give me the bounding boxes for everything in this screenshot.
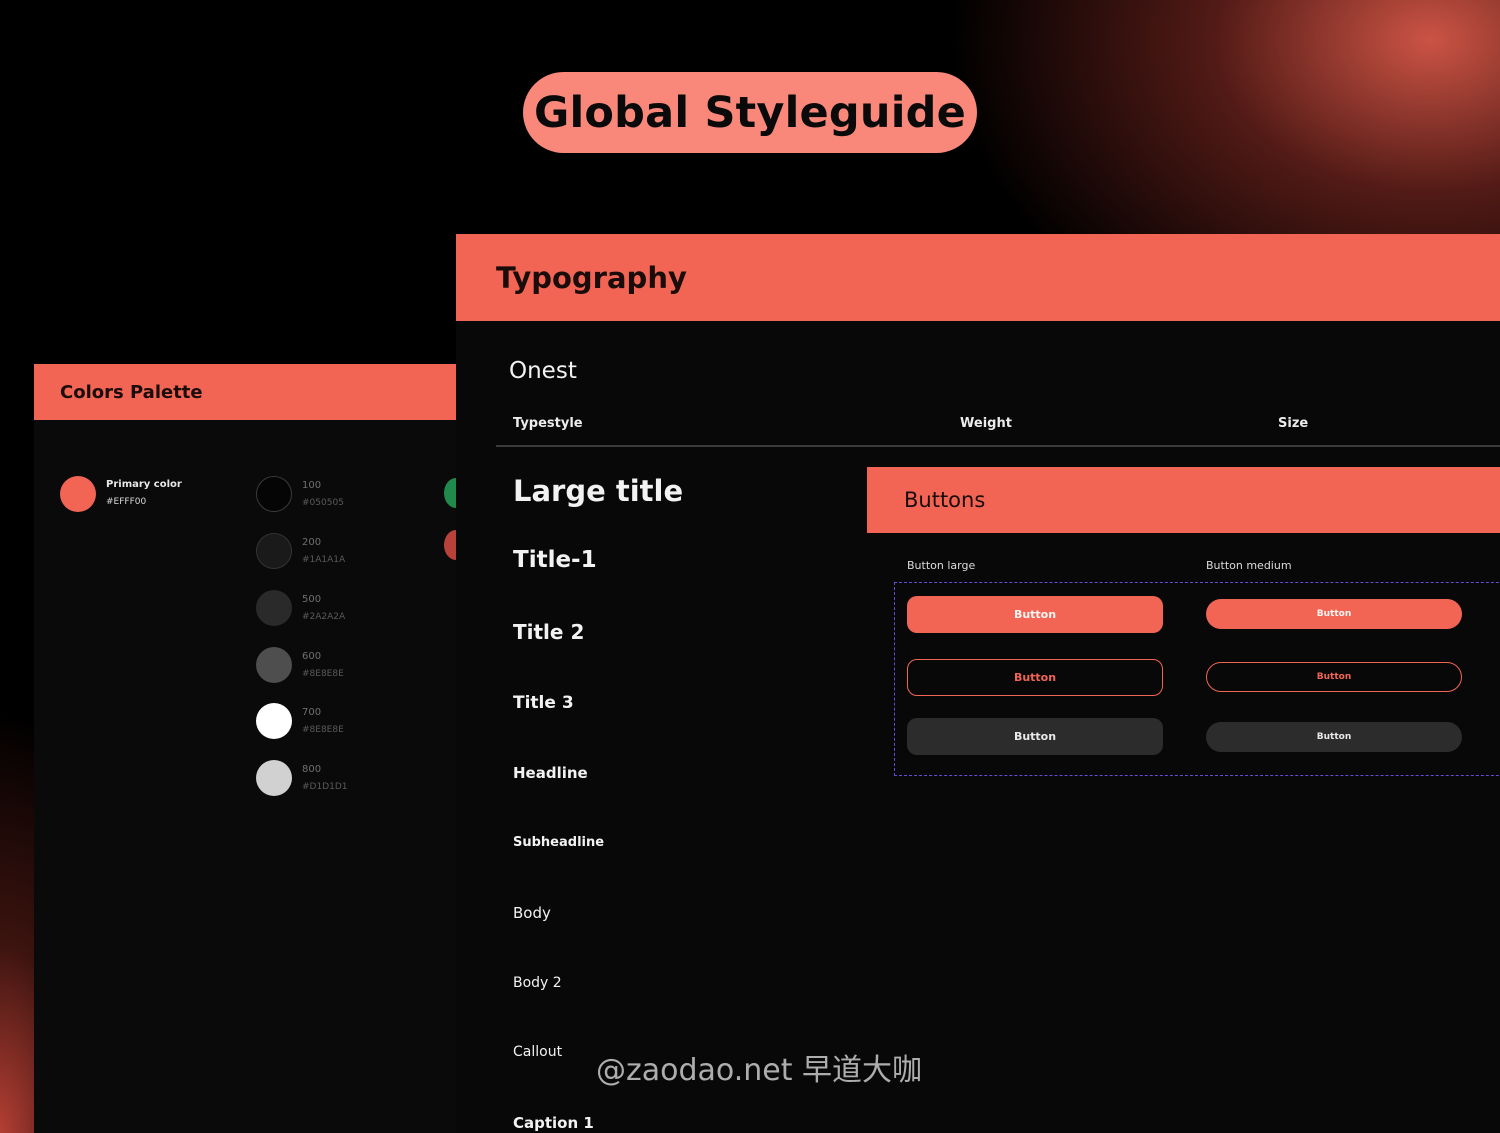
shade-number: 100 [302, 480, 322, 491]
column-header-weight: Weight [960, 416, 1012, 431]
watermark-text: @zaodao.net 早道大咖 [596, 1053, 923, 1088]
typestyle-callout: Callout [513, 1044, 563, 1060]
color-shade-100[interactable]: 100 #050505 [256, 476, 456, 516]
color-swatch [256, 476, 292, 512]
color-swatch [256, 760, 292, 796]
page-title: Global Styleguide [533, 87, 966, 138]
secondary-button-large[interactable]: Button [907, 718, 1163, 755]
color-swatch [256, 533, 292, 569]
color-swatch [256, 647, 292, 683]
typestyle-large-title: Large title [513, 474, 684, 508]
primary-button-medium[interactable]: Button [1206, 599, 1462, 629]
typestyle-body-2: Body 2 [513, 975, 562, 991]
typestyle-title-1: Title-1 [513, 547, 597, 573]
typestyle-headline: Headline [513, 764, 588, 782]
color-shade-700[interactable]: 700 #8E8E8E [256, 703, 456, 743]
typestyle-caption-1: Caption 1 [513, 1114, 594, 1132]
buttons-header: Buttons [867, 467, 1500, 533]
shade-number: 500 [302, 594, 322, 605]
column-header-size: Size [1278, 416, 1309, 431]
primary-color-label: Primary color [106, 479, 182, 490]
secondary-button-medium[interactable]: Button [1206, 722, 1462, 752]
typography-header: Typography [456, 234, 1500, 321]
outline-button-medium[interactable]: Button [1206, 662, 1462, 692]
color-shade-200[interactable]: 200 #1A1A1A [256, 533, 456, 573]
color-shade-800[interactable]: 800 #D1D1D1 [256, 760, 456, 800]
buttons-panel: Buttons Button large Button medium Butto… [867, 467, 1500, 1133]
shade-hex: #050505 [302, 498, 344, 508]
shade-hex: #1A1A1A [302, 555, 346, 565]
typography-title: Typography [496, 260, 687, 295]
color-shade-600[interactable]: 600 #8E8E8E [256, 647, 456, 687]
primary-color-swatch[interactable] [60, 476, 96, 512]
colors-palette-panel: Colors Palette Primary color #EFFF00 100… [34, 364, 474, 1133]
primary-color-hex: #EFFF00 [106, 497, 147, 507]
primary-button-large[interactable]: Button [907, 596, 1163, 633]
color-swatch [256, 590, 292, 626]
colors-palette-title: Colors Palette [60, 381, 203, 403]
typestyle-subheadline: Subheadline [513, 835, 605, 850]
shade-number: 200 [302, 537, 322, 548]
shade-hex: #D1D1D1 [302, 782, 348, 792]
typestyle-title-3: Title 3 [513, 693, 574, 713]
font-family-name: Onest [509, 358, 577, 384]
outline-button-large[interactable]: Button [907, 659, 1163, 696]
shade-hex: #8E8E8E [302, 725, 344, 735]
shade-hex: #8E8E8E [302, 669, 344, 679]
shade-hex: #2A2A2A [302, 612, 346, 622]
typestyle-body: Body [513, 904, 551, 922]
shade-number: 600 [302, 651, 322, 662]
column-header-typestyle: Typestyle [513, 416, 583, 431]
colors-palette-header: Colors Palette [34, 364, 474, 420]
buttons-title: Buttons [904, 488, 986, 512]
title-pill: Global Styleguide [523, 72, 977, 153]
styleguide-canvas: Global Styleguide Colors Palette Primary… [0, 0, 1500, 1133]
color-swatch [256, 703, 292, 739]
shade-number: 800 [302, 764, 322, 775]
button-medium-label: Button medium [1206, 559, 1292, 572]
table-header-divider [496, 445, 1500, 447]
button-large-label: Button large [907, 559, 976, 572]
color-shade-500[interactable]: 500 #2A2A2A [256, 590, 456, 630]
shade-number: 700 [302, 707, 322, 718]
typestyle-title-2: Title 2 [513, 620, 585, 644]
